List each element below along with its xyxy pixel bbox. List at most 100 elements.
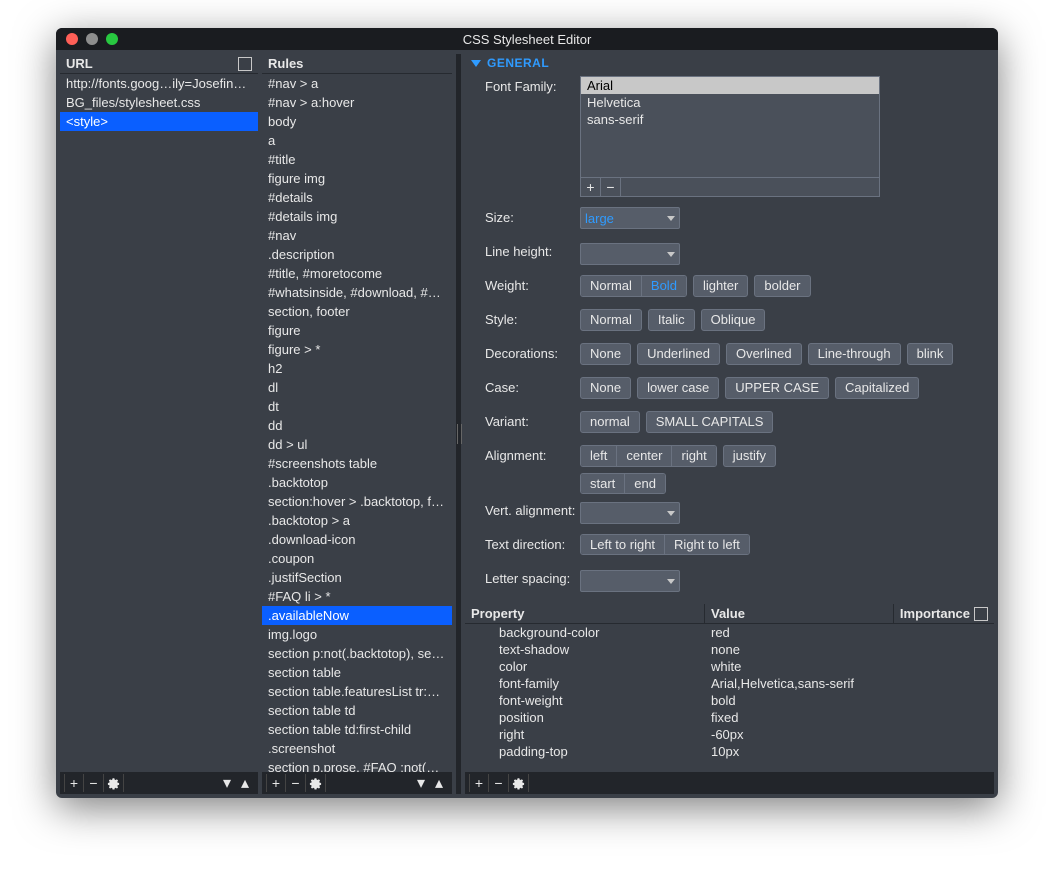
remove-icon[interactable]: − [601,178,621,196]
valign-combo[interactable] [580,502,680,524]
line-height-combo[interactable] [580,243,680,265]
decoration-option[interactable]: Overlined [726,343,802,365]
rule-item[interactable]: #nav [262,226,452,245]
rule-item[interactable]: #whatsinside, #download, #con… [262,283,452,302]
rule-item[interactable]: .justifSection [262,568,452,587]
property-row[interactable]: colorwhite [465,658,994,675]
decoration-option[interactable]: blink [907,343,954,365]
rule-item[interactable]: figure > * [262,340,452,359]
rule-item[interactable]: #details [262,188,452,207]
general-header[interactable]: GENERAL [465,54,994,72]
style-option[interactable]: Oblique [701,309,766,331]
remove-icon[interactable]: − [84,774,104,792]
rule-item[interactable]: section, footer [262,302,452,321]
property-row[interactable]: background-colorred [465,624,994,641]
column-picker-icon[interactable] [238,57,252,71]
property-row[interactable]: positionfixed [465,709,994,726]
rule-item[interactable]: .description [262,245,452,264]
rule-item[interactable]: dl [262,378,452,397]
weight-bolder[interactable]: bolder [754,275,810,297]
rule-item[interactable]: section p.prose, #FAQ :not(h2):… [262,758,452,772]
align-option[interactable]: end [625,474,665,493]
rule-item[interactable]: #details img [262,207,452,226]
decoration-option[interactable]: Line-through [808,343,901,365]
rule-item[interactable]: body [262,112,452,131]
down-arrow-icon[interactable]: ▾ [412,774,430,792]
rule-item[interactable]: dd [262,416,452,435]
property-row[interactable]: text-shadownone [465,641,994,658]
align-option[interactable]: right [672,446,715,466]
rules-list[interactable]: #nav > a#nav > a:hoverbodya#titlefigure … [262,74,452,772]
font-family-list[interactable]: ArialHelveticasans-serif [581,77,879,177]
url-item[interactable]: http://fonts.goog…ily=Josefin+Sans [60,74,258,93]
add-icon[interactable]: + [469,774,489,792]
gear-icon[interactable] [104,774,124,792]
rule-item[interactable]: #screenshots table [262,454,452,473]
font-option[interactable]: Helvetica [581,94,879,111]
up-arrow-icon[interactable]: ▴ [236,774,254,792]
url-list[interactable]: http://fonts.goog…ily=Josefin+SansBG_fil… [60,74,258,772]
align-option[interactable]: center [617,446,672,466]
rule-item[interactable]: figure [262,321,452,340]
decoration-option[interactable]: Underlined [637,343,720,365]
rule-item[interactable]: section table.featuresList tr:nth… [262,682,452,701]
rule-item[interactable]: .coupon [262,549,452,568]
url-item[interactable]: <style> [60,112,258,131]
direction-option[interactable]: Right to left [665,535,749,554]
rule-item[interactable]: .download-icon [262,530,452,549]
down-arrow-icon[interactable]: ▾ [218,774,236,792]
col-property[interactable]: Property [465,604,705,623]
vertical-divider[interactable] [456,54,461,794]
size-combo[interactable]: large [580,207,680,229]
col-value[interactable]: Value [705,604,894,623]
rule-item[interactable]: section p:not(.backtotop), secti… [262,644,452,663]
col-importance[interactable]: Importance [894,604,994,623]
url-item[interactable]: BG_files/stylesheet.css [60,93,258,112]
rule-item[interactable]: a [262,131,452,150]
weight-lighter[interactable]: lighter [693,275,748,297]
align-option[interactable]: start [581,474,625,493]
case-option[interactable]: Capitalized [835,377,919,399]
add-icon[interactable]: + [64,774,84,792]
weight-bold[interactable]: Bold [642,276,686,296]
rule-item[interactable]: #FAQ li > * [262,587,452,606]
minimize-icon[interactable] [86,33,98,45]
variant-option[interactable]: SMALL CAPITALS [646,411,774,433]
rule-item[interactable]: figure img [262,169,452,188]
property-row[interactable]: padding-top10px [465,743,994,760]
case-option[interactable]: None [580,377,631,399]
add-icon[interactable]: + [266,774,286,792]
property-row[interactable]: font-weightbold [465,692,994,709]
rule-item[interactable]: dd > ul [262,435,452,454]
rule-item[interactable]: #title, #moretocome [262,264,452,283]
rule-item[interactable]: .backtotop [262,473,452,492]
letter-combo[interactable] [580,570,680,592]
rule-item[interactable]: .screenshot [262,739,452,758]
case-option[interactable]: lower case [637,377,719,399]
add-icon[interactable]: + [581,178,601,196]
decoration-option[interactable]: None [580,343,631,365]
properties-list[interactable]: background-colorredtext-shadownonecolorw… [465,624,994,772]
rule-item[interactable]: section table td:first-child [262,720,452,739]
variant-option[interactable]: normal [580,411,640,433]
font-option[interactable]: Arial [581,77,879,94]
direction-option[interactable]: Left to right [581,535,665,554]
rule-item[interactable]: #nav > a [262,74,452,93]
remove-icon[interactable]: − [489,774,509,792]
gear-icon[interactable] [509,774,529,792]
align-option[interactable]: left [581,446,617,466]
style-option[interactable]: Normal [580,309,642,331]
up-arrow-icon[interactable]: ▴ [430,774,448,792]
rule-item[interactable]: section:hover > .backtotop, foot… [262,492,452,511]
rule-item[interactable]: #title [262,150,452,169]
property-row[interactable]: right-60px [465,726,994,743]
column-picker-icon[interactable] [974,607,988,621]
property-row[interactable]: font-familyArial,Helvetica,sans-serif [465,675,994,692]
rule-item[interactable]: section table td [262,701,452,720]
rule-item[interactable]: #nav > a:hover [262,93,452,112]
rule-item[interactable]: img.logo [262,625,452,644]
weight-normal[interactable]: Normal [581,276,642,296]
rule-item[interactable]: h2 [262,359,452,378]
remove-icon[interactable]: − [286,774,306,792]
rule-item[interactable]: dt [262,397,452,416]
